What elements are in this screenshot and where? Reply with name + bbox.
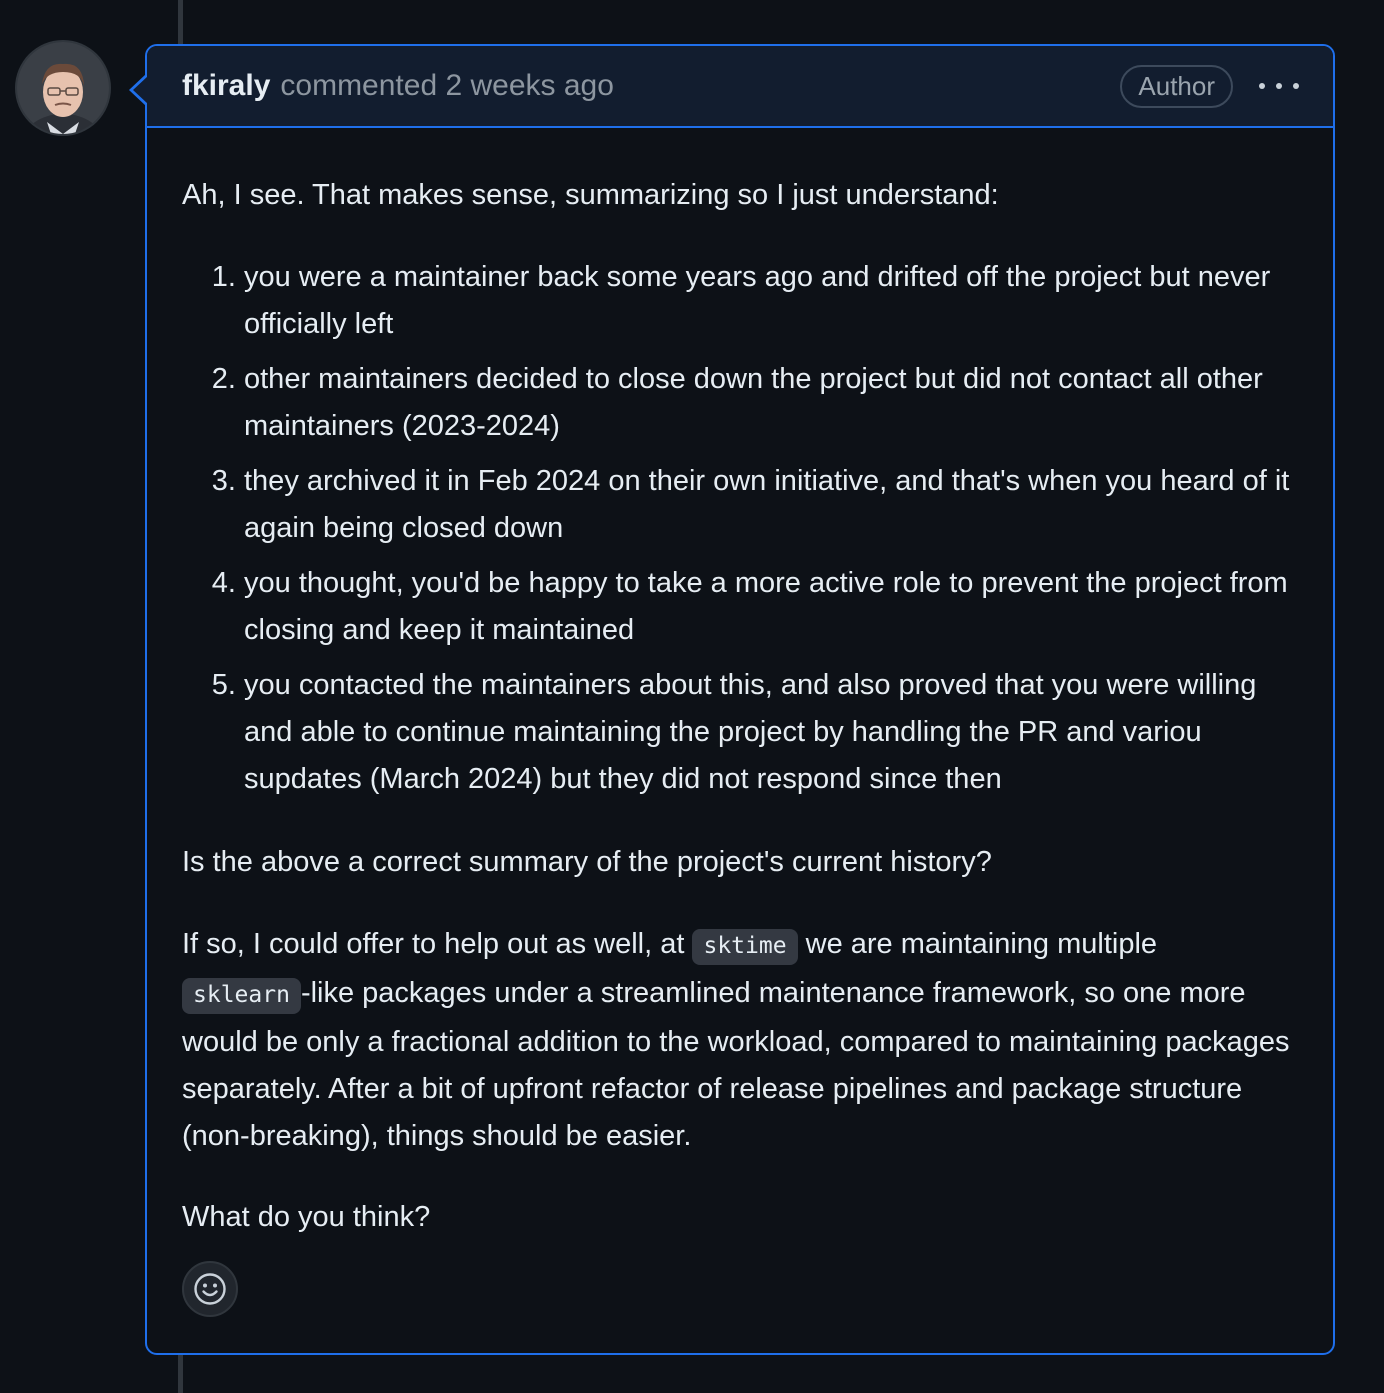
kebab-dot — [1276, 83, 1282, 89]
smiley-icon — [194, 1273, 226, 1305]
question-paragraph: Is the above a correct summary of the pr… — [182, 846, 992, 878]
list-item: other maintainers decided to close down … — [244, 356, 1299, 450]
comment-caret-fill — [133, 76, 148, 104]
author-link[interactable]: fkiraly — [182, 69, 270, 103]
summary-list: you were a maintainer back some years ag… — [182, 254, 1299, 803]
avatar-image — [17, 42, 109, 134]
offer-text: -like packages under a streamlined maint… — [182, 977, 1290, 1152]
comment-box: fkiraly commented 2 weeks ago Author Ah,… — [129, 44, 1335, 1355]
issue-timeline: fkiraly commented 2 weeks ago Author Ah,… — [0, 0, 1384, 1393]
offer-paragraph: If so, I could offer to help out as well… — [182, 921, 1299, 1160]
avatar[interactable] — [17, 42, 109, 134]
kebab-dot — [1293, 83, 1299, 89]
intro-paragraph: Ah, I see. That makes sense, summarizing… — [182, 179, 999, 211]
comment-header: fkiraly commented 2 weeks ago Author — [147, 46, 1333, 128]
list-item: you were a maintainer back some years ag… — [244, 254, 1299, 348]
kebab-horizontal-icon[interactable] — [1259, 71, 1299, 101]
comment-body: Ah, I see. That makes sense, summarizing… — [147, 128, 1333, 1241]
offer-text: we are maintaining multiple — [797, 928, 1158, 960]
add-reaction-button[interactable] — [182, 1261, 238, 1317]
list-item: they archived it in Feb 2024 on their ow… — [244, 458, 1299, 552]
comment-timestamp[interactable]: commented 2 weeks ago — [280, 69, 614, 103]
list-item: you thought, you'd be happy to take a mo… — [244, 560, 1299, 654]
author-badge: Author — [1120, 64, 1233, 108]
closing-paragraph: What do you think? — [182, 1201, 431, 1233]
list-item: you contacted the maintainers about this… — [244, 662, 1299, 803]
inline-code-sklearn: sklearn — [182, 978, 301, 1014]
offer-text: If so, I could offer to help out as well… — [182, 928, 693, 960]
inline-code-sktime: sktime — [692, 929, 798, 965]
kebab-dot — [1259, 83, 1265, 89]
